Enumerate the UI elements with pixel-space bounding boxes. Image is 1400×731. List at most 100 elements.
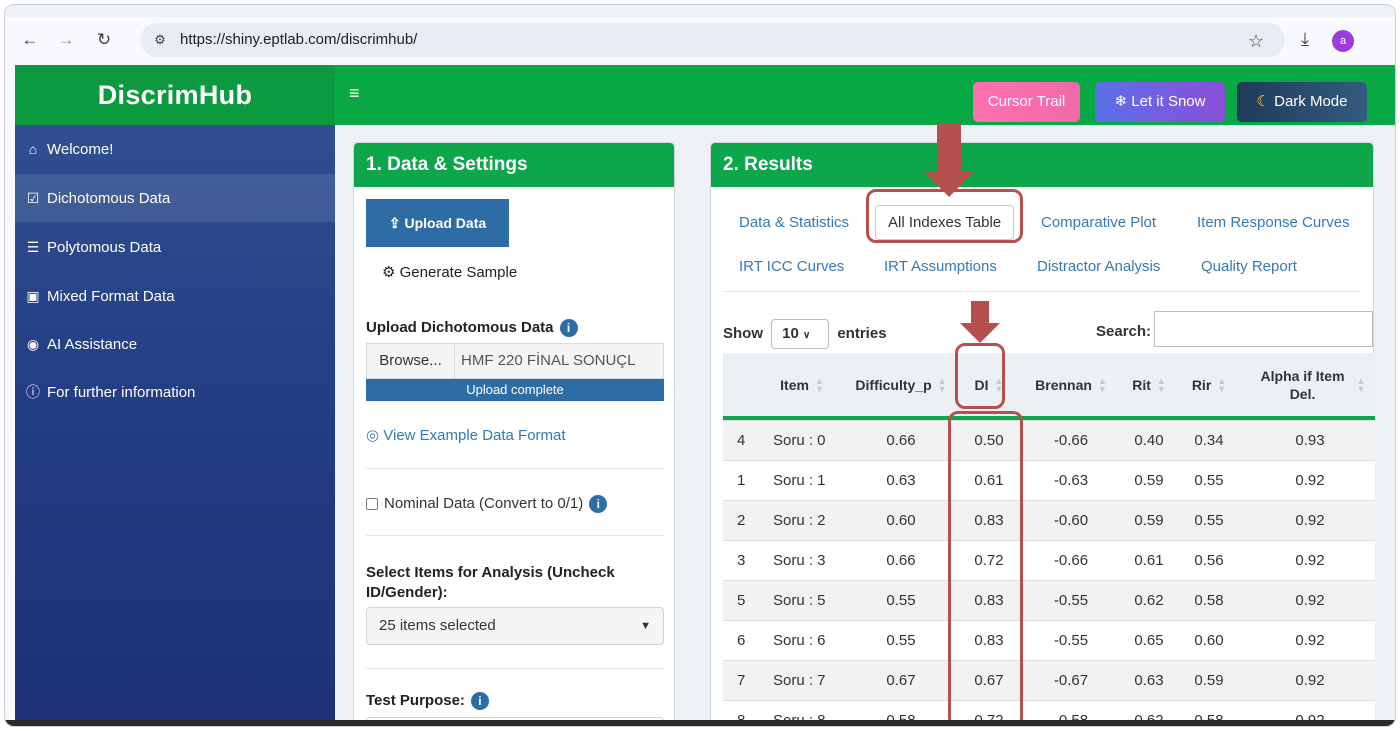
view-example-link[interactable]: ◎ View Example Data Format [366, 426, 566, 444]
brennan-value: -0.66 [1053, 432, 1089, 449]
app-brand[interactable]: DiscrimHub [15, 65, 335, 125]
rit-value: 0.65 [1134, 632, 1164, 649]
moon-icon: ☾ [1256, 93, 1270, 110]
sidebar: ⌂ Welcome! ☑ Dichotomous Data ☰ Polytomous … [15, 125, 335, 726]
select-items-dropdown[interactable]: 25 items selected ▼ [366, 607, 664, 645]
bookmark-star-icon[interactable]: ☆ [1248, 31, 1264, 52]
row-index: 3 [737, 552, 746, 569]
table-header: Item ▲ ▼ Difficulty_p ▲ ▼ DI ▲ ▼ Brennan ▲ ▼ Rit… [723, 353, 1375, 420]
site-settings-icon[interactable]: ⚙ [150, 30, 170, 50]
row-index: 6 [737, 632, 746, 649]
sidebar-item-label: Dichotomous Data [47, 190, 171, 207]
difficulty-value: 0.66 [886, 432, 916, 449]
row-index: 4 [737, 432, 746, 449]
list-icon: ☰ [26, 239, 40, 255]
sidebar-item-mixed[interactable]: ▣ Mixed Format Data [15, 272, 335, 320]
gears-icon: ⚙ [382, 264, 396, 281]
checkbox-icon[interactable] [366, 498, 378, 511]
column-header-alpha[interactable]: Alpha if Item Del. ▲ ▼ [1247, 353, 1373, 416]
annotation-arrow-shaft [971, 301, 989, 325]
nominal-label: Nominal Data (Convert to 0/1) [384, 495, 584, 512]
cursor-trail-button[interactable]: Cursor Trail [973, 82, 1080, 122]
entries-value: 10 [782, 325, 799, 342]
robot-icon: ◉ [26, 336, 40, 352]
tab-quality-report[interactable]: Quality Report [1201, 258, 1297, 275]
rir-value: 0.55 [1194, 512, 1224, 529]
tab-irt-assumptions[interactable]: IRT Assumptions [884, 258, 997, 275]
sidebar-item-ai[interactable]: ◉ AI Assistance [15, 320, 335, 368]
progress-text: Upload complete [466, 382, 564, 397]
image-icon: ▣ [26, 288, 40, 304]
divider [366, 535, 664, 536]
let-it-snow-label: Let it Snow [1131, 93, 1206, 110]
test-purpose-text: Test Purpose: [366, 692, 465, 709]
nominal-checkbox[interactable]: Nominal Data (Convert to 0/1) i [366, 495, 608, 514]
entries-select[interactable]: 10 ∨ [771, 319, 830, 349]
dark-mode-button[interactable]: ☾ Dark Mode [1237, 82, 1367, 122]
tab-distractor-analysis[interactable]: Distractor Analysis [1037, 258, 1160, 275]
item-name: Soru : 6 [773, 632, 826, 649]
back-icon[interactable]: ← [19, 29, 41, 51]
column-header-brennan[interactable]: Brennan ▲ ▼ [1023, 353, 1119, 416]
difficulty-value: 0.55 [886, 592, 916, 609]
info-icon[interactable]: i [589, 495, 608, 514]
alpha-value: 0.92 [1295, 472, 1325, 489]
info-icon[interactable]: i [470, 692, 489, 711]
item-name: Soru : 3 [773, 552, 826, 569]
test-purpose-label: Test Purpose: i [366, 692, 489, 711]
column-header-difficulty[interactable]: Difficulty_p ▲ ▼ [841, 353, 961, 416]
generate-sample-label: Generate Sample [399, 264, 518, 281]
column-header-rit[interactable]: Rit ▲ ▼ [1119, 353, 1179, 416]
brennan-value: -0.55 [1053, 592, 1089, 609]
rir-value: 0.55 [1194, 472, 1224, 489]
tab-comparative-plot[interactable]: Comparative Plot [1041, 214, 1156, 231]
url-text[interactable]: https://shiny.eptlab.com/discrimhub/ [180, 31, 417, 48]
tab-irt-icc-curves[interactable]: IRT ICC Curves [739, 258, 844, 275]
select-items-label: Select Items for Analysis (Uncheck ID/Ge… [366, 564, 615, 601]
profile-avatar[interactable]: a [1332, 30, 1354, 52]
table-row: 2 Soru : 2 0.60 0.83 -0.60 0.59 0.55 0.92 [723, 500, 1375, 540]
chevron-down-icon: ∨ [803, 330, 811, 341]
download-icon[interactable]: ⤓ [1301, 29, 1309, 50]
reload-icon[interactable]: ↻ [93, 29, 115, 51]
app-header: ≡ Cursor Trail ❄ Let it Snow ☾ Dark Mode [335, 65, 1395, 125]
sidebar-item-label: For further information [47, 384, 196, 401]
item-name: Soru : 7 [773, 672, 826, 689]
sidebar-item-dichotomous[interactable]: ☑ Dichotomous Data [15, 174, 335, 222]
panel-title: 2. Results [711, 143, 1373, 187]
sidebar-item-polytomous[interactable]: ☰ Polytomous Data [15, 223, 335, 271]
column-header-rir[interactable]: Rir ▲ ▼ [1179, 353, 1239, 416]
brennan-value: -0.63 [1053, 472, 1089, 489]
caret-down-icon: ▼ [640, 620, 651, 632]
annotation-highlight-di-header [955, 343, 1005, 409]
file-input[interactable]: Browse... HMF 220 FİNAL SONUÇL [366, 343, 664, 379]
column-header-item[interactable]: Item ▲ ▼ [767, 353, 837, 416]
sidebar-item-label: Mixed Format Data [47, 288, 175, 305]
sidebar-item-info[interactable]: ⓘ For further information [15, 368, 335, 416]
hamburger-menu-icon[interactable]: ≡ [349, 83, 360, 104]
forward-icon[interactable]: → [55, 29, 77, 51]
upload-data-button[interactable]: ⇪ Upload Data [366, 199, 509, 247]
browse-button[interactable]: Browse... [367, 344, 455, 378]
rit-value: 0.59 [1134, 512, 1164, 529]
sort-icon: ▲ ▼ [937, 375, 947, 394]
upload-data-label: Upload Data [404, 215, 487, 231]
tab-data-statistics[interactable]: Data & Statistics [739, 214, 849, 231]
info-icon[interactable]: i [559, 319, 578, 338]
tab-item-response-curves[interactable]: Item Response Curves [1197, 214, 1350, 231]
eye-icon: ◎ [366, 427, 380, 444]
sort-icon: ▲ ▼ [814, 375, 824, 394]
let-it-snow-button[interactable]: ❄ Let it Snow [1095, 82, 1225, 122]
difficulty-value: 0.67 [886, 672, 916, 689]
alpha-value: 0.92 [1295, 512, 1325, 529]
view-example-label: View Example Data Format [383, 427, 566, 444]
generate-sample-button[interactable]: ⚙ Generate Sample [382, 263, 517, 281]
sidebar-item-welcome[interactable]: ⌂ Welcome! [15, 125, 335, 173]
alpha-value: 0.93 [1295, 432, 1325, 449]
search-input[interactable] [1154, 311, 1373, 347]
header-label: Difficulty_p [855, 376, 932, 393]
brennan-value: -0.60 [1053, 512, 1089, 529]
alpha-value: 0.92 [1295, 592, 1325, 609]
address-bar[interactable]: ⚙ https://shiny.eptlab.com/discrimhub/ [140, 23, 1285, 57]
rit-value: 0.61 [1134, 552, 1164, 569]
